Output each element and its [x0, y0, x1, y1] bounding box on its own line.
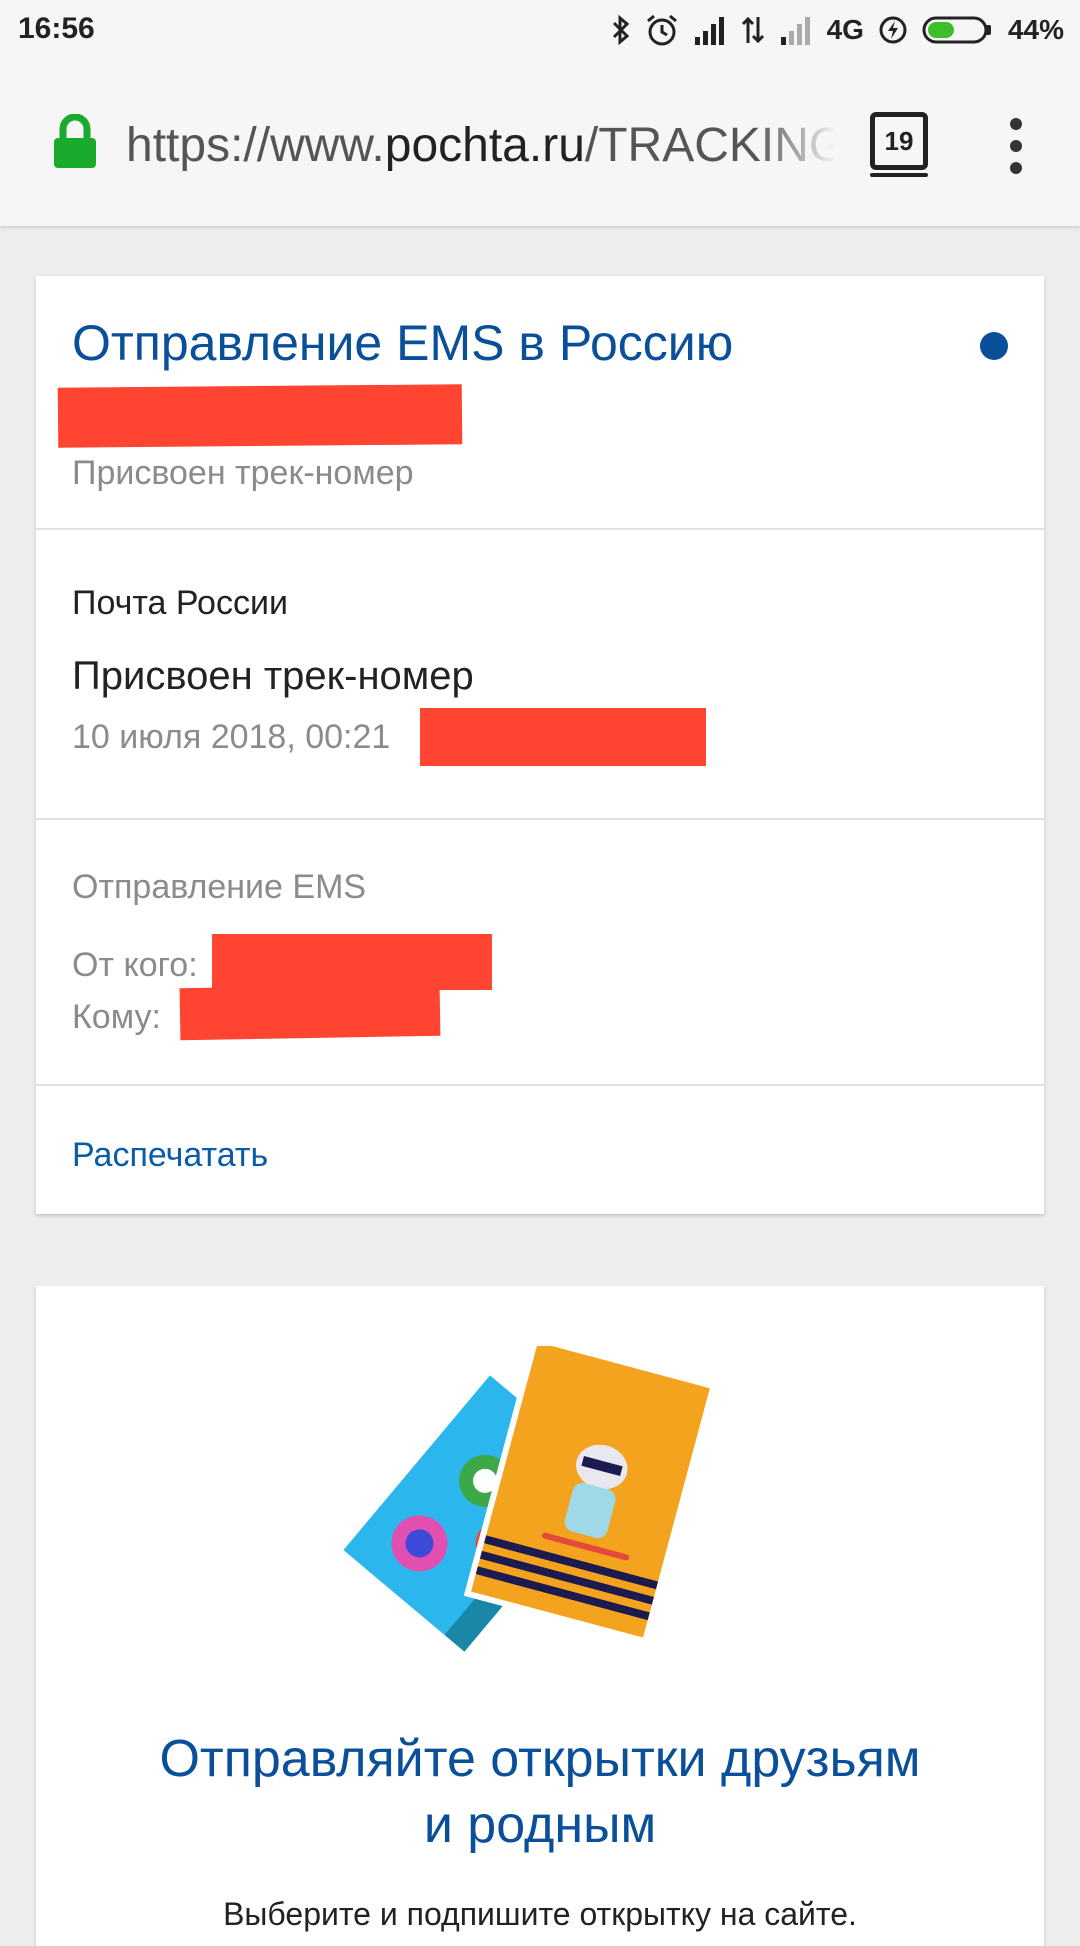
url-domain: pochta.ru: [384, 119, 585, 172]
data-arrows-icon: [741, 16, 764, 44]
shipment-subtitle: Присвоен трек-номер: [72, 454, 414, 492]
tab-switcher-button[interactable]: 19: [870, 112, 928, 177]
event-date: 10 июля 2018, 00:21: [72, 718, 391, 756]
shipment-details: Отправление EMS От кого: Кому:: [36, 818, 1044, 1086]
browser-toolbar: https://www.pochta.ru/TRACKING 19: [0, 60, 1080, 226]
event-org: Почта России: [72, 584, 288, 622]
status-dot: [980, 332, 1008, 360]
status-bar: 16:56 4G 44%: [0, 0, 1080, 60]
overflow-menu-button[interactable]: [1006, 118, 1026, 174]
tracking-event: Почта России Присвоен трек-номер 10 июля…: [36, 528, 1044, 820]
signal-icon: [694, 17, 724, 45]
status-icons: 4G 44%: [611, 12, 1064, 48]
url-path: /TRACKING: [584, 119, 836, 172]
shipment-title: Отправление EMS в Россию: [72, 315, 734, 371]
alarm-icon: [646, 14, 677, 46]
redacted-location: [420, 708, 706, 766]
signal-weak-icon: [780, 17, 810, 45]
charging-icon: [879, 16, 907, 44]
shipment-type: Отправление EMS: [72, 868, 367, 906]
redacted-recipient: [179, 983, 441, 1041]
redacted-sender: [212, 934, 492, 990]
promo-title: Отправляйте открытки друзьям и родным: [36, 1726, 1044, 1858]
bluetooth-icon: [612, 14, 629, 46]
promo-title-line1: Отправляйте открытки друзьям: [159, 1730, 921, 1788]
dot-icon: [1010, 140, 1022, 152]
from-label: От кого:: [72, 946, 198, 984]
to-label: Кому:: [72, 998, 161, 1036]
dot-icon: [1010, 162, 1022, 174]
tracking-card: Отправление EMS в Россию Присвоен трек-н…: [36, 276, 1044, 1214]
battery-percent: 44%: [1007, 14, 1064, 45]
lock-icon: [54, 114, 96, 168]
event-status: Присвоен трек-номер: [72, 654, 474, 698]
url-field[interactable]: https://www.pochta.ru/TRACKING: [126, 116, 836, 176]
postcards-illustration-icon: [344, 1346, 718, 1661]
promo-subtitle: Выберите и подпишите открытку на сайте.: [223, 1896, 857, 1932]
print-link[interactable]: Распечатать: [72, 1136, 268, 1175]
battery-icon: [922, 16, 991, 44]
status-time: 16:56: [18, 12, 95, 45]
url-scheme: https://www.: [126, 119, 385, 172]
dot-icon: [1010, 118, 1022, 130]
promo-title-line2: и родным: [423, 1796, 657, 1854]
redacted-track-number: [57, 384, 463, 448]
network-type: 4G: [826, 14, 864, 45]
postcards-promo-card: Отправляйте открытки друзьям и родным Вы…: [36, 1286, 1044, 1946]
tracking-header: Отправление EMS в Россию Присвоен трек-н…: [36, 276, 1044, 530]
